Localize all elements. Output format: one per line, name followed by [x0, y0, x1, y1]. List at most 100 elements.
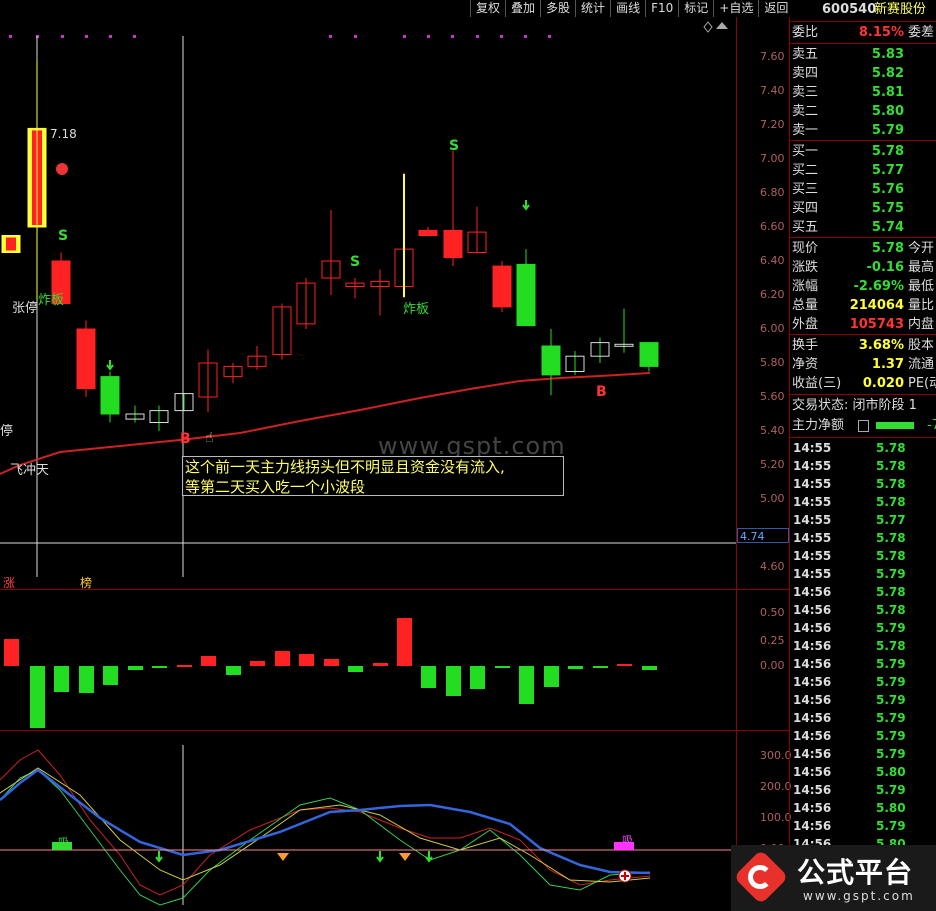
quote-row-label: 涨跌 — [792, 260, 819, 275]
tick-price: 5.79 — [876, 657, 906, 671]
quote-row-label: 卖四 — [792, 66, 819, 81]
list-icon[interactable] — [858, 420, 869, 432]
tick-row: 14:56 5.79 — [790, 781, 936, 799]
quote-sep — [790, 237, 936, 238]
macd-bar — [397, 618, 412, 666]
macd-bar — [519, 666, 534, 704]
toolbar-button[interactable]: +自选 — [713, 0, 759, 17]
quote-panel: 600540 新赛股份 委比 8.15% 委差 卖五 5.83 卖四 5.82 卖三 5.… — [789, 0, 936, 911]
quote-row-value: 5.74 — [871, 220, 904, 235]
price-axis-label: 6.60 — [760, 220, 785, 233]
buy-signal-b-2: B — [596, 384, 607, 400]
tick-price: 5.79 — [876, 711, 906, 725]
tick-row: 14:56 5.79 — [790, 619, 936, 637]
quote-row: 总量 214064 量比 — [790, 296, 936, 315]
tick-row: 14:55 5.77 — [790, 511, 936, 529]
tick-price: 5.78 — [876, 531, 906, 545]
ting-label: 停 — [0, 424, 14, 439]
tick-price: 5.78 — [876, 603, 906, 617]
tick-row: 14:56 5.78 — [790, 637, 936, 655]
tick-time: 14:56 — [793, 621, 832, 635]
price-axis-label: 5.60 — [760, 390, 785, 403]
quote-row: 卖三 5.81 — [790, 83, 936, 102]
stock-name: 新赛股份 — [874, 2, 927, 17]
candle-body — [541, 345, 561, 376]
tick-price: 5.78 — [876, 441, 906, 455]
candle-body — [516, 263, 536, 327]
tick-row: 14:55 5.79 — [790, 565, 936, 583]
marker-dot — [85, 35, 88, 38]
toolbar-button[interactable]: 统计 — [575, 0, 611, 17]
quote-row: 卖五 5.83 — [790, 45, 936, 64]
macd-bar — [103, 666, 118, 685]
quote-row-value: 5.75 — [871, 201, 904, 216]
quote-row: 收益(三) 0.020 PE(动 — [790, 374, 936, 393]
kdj-d-line — [0, 749, 651, 896]
quote-row-label: 卖一 — [792, 123, 819, 138]
quote-row-extra: 最高 — [908, 260, 935, 275]
toolbar-button[interactable]: 返回 — [758, 0, 794, 17]
main-net-row[interactable]: 主力净额 -7 — [790, 416, 936, 435]
down-arrow-icon — [376, 851, 384, 863]
quote-row: 卖一 5.79 — [790, 121, 936, 140]
toolbar-button[interactable]: 多股 — [540, 0, 576, 17]
marker-dot — [61, 35, 64, 38]
toolbar-button[interactable]: F10 — [645, 0, 679, 17]
macd-bar — [324, 659, 339, 666]
macd-bar — [30, 666, 45, 728]
price-axis-label: 4.60 — [760, 560, 785, 573]
tick-time: 14:56 — [793, 729, 832, 743]
toolbar-button[interactable]: 复权 — [470, 0, 506, 17]
price-axis-label: 7.00 — [760, 152, 785, 165]
macd-axis-label: 0.00 — [760, 659, 785, 672]
tick-price: 5.78 — [876, 495, 906, 509]
tick-time: 14:56 — [793, 819, 832, 833]
quote-row-value: 5.79 — [871, 123, 904, 138]
quote-sep — [790, 43, 936, 44]
trade-status-row: 交易状态: 闭市阶段 1 — [790, 396, 936, 415]
price-axis-label: 6.20 — [760, 288, 785, 301]
quote-row-label: 换手 — [792, 338, 819, 353]
sell-signal-s-1: S — [58, 228, 69, 244]
tick-time: 14:56 — [793, 603, 832, 617]
macd-bar — [4, 639, 19, 666]
marker-dot — [548, 35, 551, 38]
tick-time: 14:55 — [793, 531, 832, 545]
price-axis-label: 5.00 — [760, 492, 785, 505]
annotation-box: 这个前一天主力线拐头但不明显且资金没有流入, 等第二天买入吃一个小波段 — [182, 456, 564, 496]
zhang-badge: 涨 — [3, 576, 16, 590]
quote-row-label: 卖三 — [792, 85, 819, 100]
tick-price: 5.78 — [876, 459, 906, 473]
quote-row: 涨跌 -0.16 最高 — [790, 258, 936, 277]
quote-row-value: 5.82 — [871, 66, 904, 81]
macd-axis-label: 0.25 — [760, 634, 785, 647]
macd-axis-label: 0.50 — [760, 606, 785, 619]
tick-row: 14:56 5.79 — [790, 691, 936, 709]
candle-inner — [6, 237, 16, 251]
tick-time: 14:56 — [793, 783, 832, 797]
tick-row: 14:56 5.79 — [790, 709, 936, 727]
quote-row-extra: 股本 — [908, 338, 935, 353]
tick-row: 14:56 5.80 — [790, 763, 936, 781]
macd-bar — [642, 666, 657, 670]
quote-row: 卖四 5.82 — [790, 64, 936, 83]
quote-row: 买三 5.76 — [790, 180, 936, 199]
cursor-icon: ☝ — [205, 430, 214, 446]
chart-toolbar: 复权 叠加 多股 统计 画线 F10 标记 +自选 返回 — [470, 0, 794, 17]
toolbar-button[interactable]: 画线 — [610, 0, 646, 17]
toolbar-button[interactable]: 标记 — [678, 0, 714, 17]
main-net-value: -7 — [927, 418, 936, 433]
marker-dot — [329, 35, 332, 38]
macd-bar — [299, 654, 314, 666]
quote-row-extra: 今开 — [908, 241, 935, 256]
toolbar-button[interactable]: 叠加 — [505, 0, 541, 17]
quote-row: 现价 5.78 今开 — [790, 239, 936, 258]
quote-row-label: 收益(三) — [792, 376, 842, 391]
macd-bar — [421, 666, 436, 688]
tick-price: 5.77 — [876, 513, 906, 527]
weibi-value: 8.15% — [858, 25, 904, 40]
quote-row-value: -2.69% — [853, 279, 905, 294]
tick-row: 14:56 5.78 — [790, 601, 936, 619]
kline-chart-area[interactable]: 复权 叠加 多股 统计 画线 F10 标记 +自选 返回 7.60 7.40 7.20 7.00 6.8… — [0, 0, 794, 911]
macd-bar — [593, 666, 608, 668]
